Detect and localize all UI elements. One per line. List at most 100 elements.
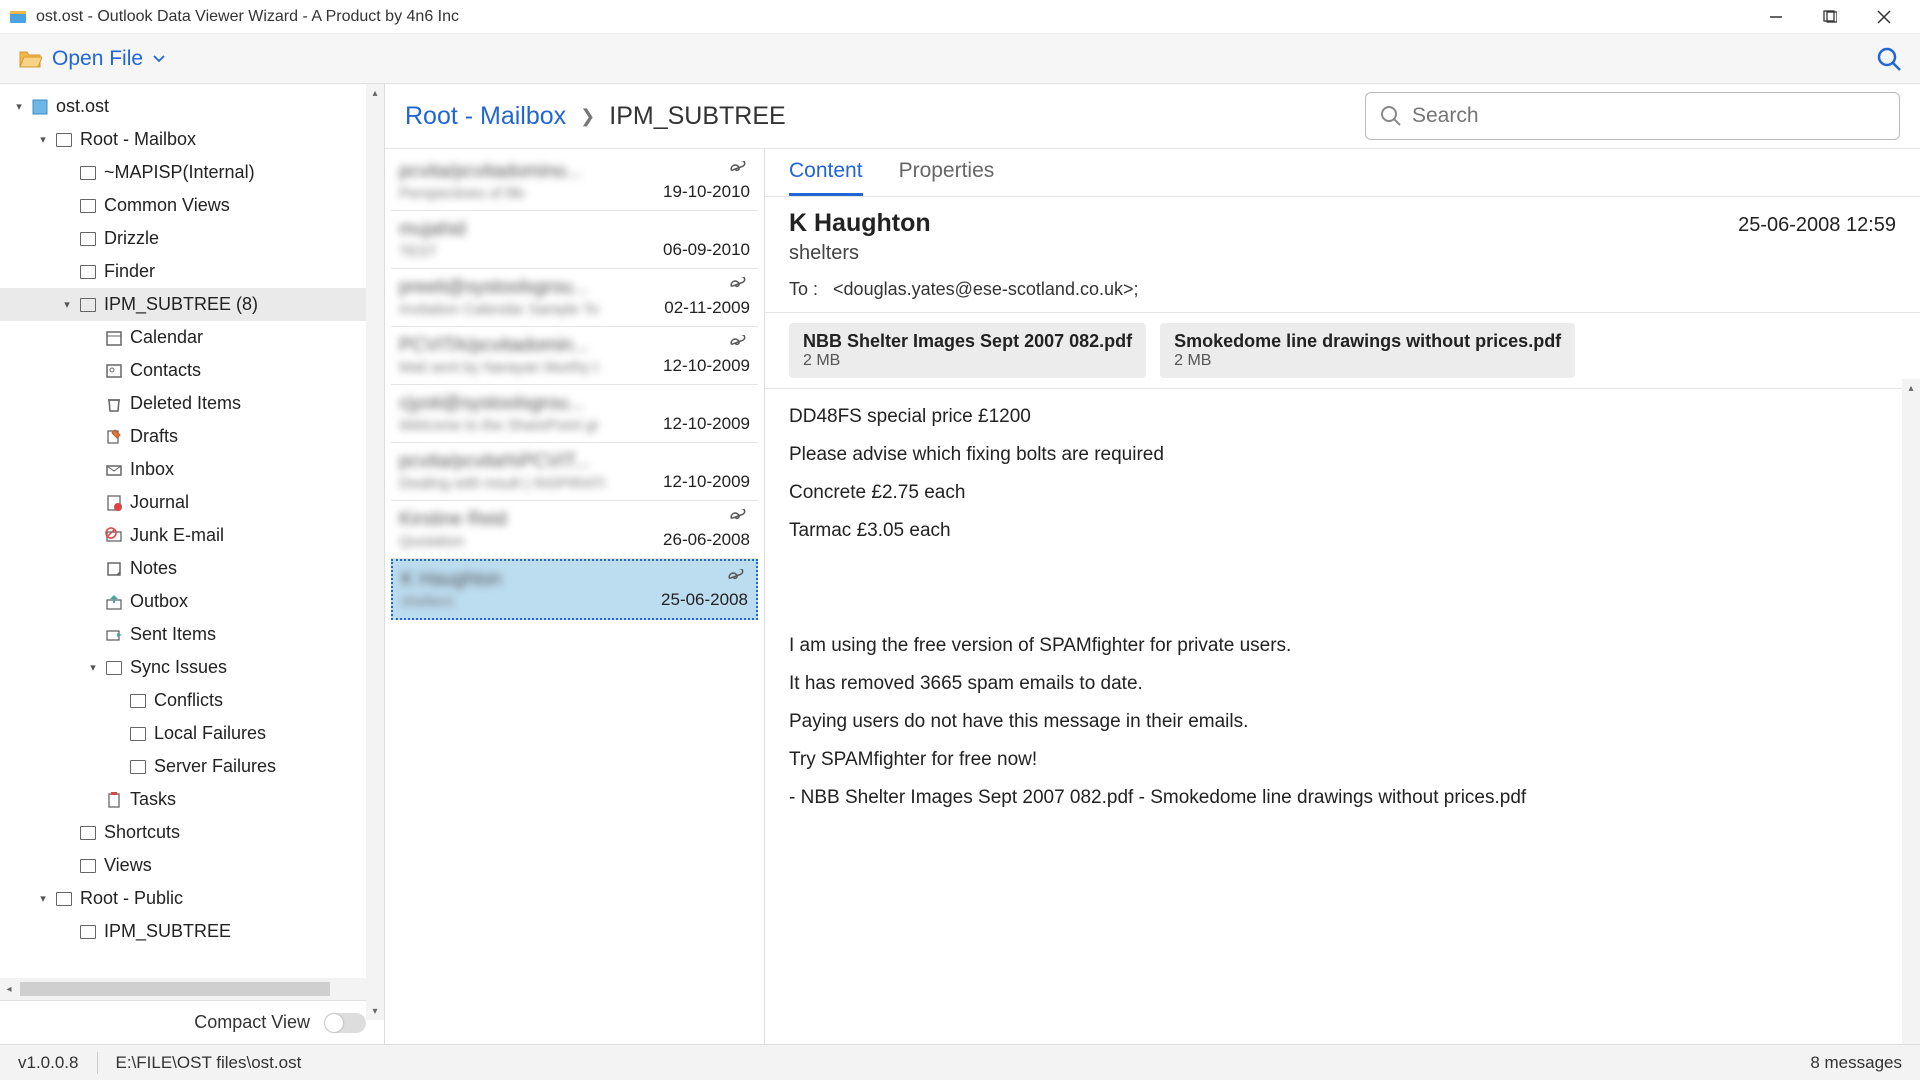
tree-node-outbox[interactable]: Outbox <box>0 585 384 618</box>
tree-node-contacts[interactable]: Contacts <box>0 354 384 387</box>
status-path: E:\FILE\OST files\ost.ost <box>116 1053 302 1073</box>
body-line: I am using the free version of SPAMfight… <box>789 628 1896 664</box>
body-line: Try SPAMfighter for free now! <box>789 742 1896 778</box>
tree-node-tasks[interactable]: Tasks <box>0 783 384 816</box>
message-item[interactable]: PCVITA/pcvitadomin...Mail sent by Naraya… <box>391 327 758 385</box>
breadcrumb-current: IPM_SUBTREE <box>609 102 785 131</box>
tree-node-views[interactable]: Views <box>0 849 384 882</box>
attachment-size: 2 MB <box>1174 352 1561 370</box>
search-icon <box>1380 105 1402 127</box>
message-item-date: 12-10-2009 <box>663 414 750 434</box>
breadcrumb: Root - Mailbox ❯ IPM_SUBTREE <box>405 102 786 131</box>
minimize-button[interactable] <box>1762 3 1790 31</box>
folder-tree-panel: ▾ost.ost ▾Root - Mailbox ~MAPISP(Interna… <box>0 84 385 1044</box>
tree-node-mapisp[interactable]: ~MAPISP(Internal) <box>0 156 384 189</box>
folder-tree[interactable]: ▾ost.ost ▾Root - Mailbox ~MAPISP(Interna… <box>0 84 384 978</box>
message-item[interactable]: Kirstine ReidQuotation26-06-2008 <box>391 501 758 559</box>
toolbar-search-button[interactable] <box>1876 46 1902 72</box>
paperclip-icon <box>728 335 748 349</box>
close-button[interactable] <box>1870 3 1898 31</box>
body-line: It has removed 3665 spam emails to date. <box>789 666 1896 702</box>
tree-node-root-public[interactable]: ▾Root - Public <box>0 882 384 915</box>
folder-icon <box>128 757 148 777</box>
search-input[interactable] <box>1412 104 1885 128</box>
search-icon <box>1876 46 1902 72</box>
tab-properties[interactable]: Properties <box>899 159 995 196</box>
message-item[interactable]: preeti@systoolsgrou...Invitation Calenda… <box>391 269 758 327</box>
notes-icon <box>104 559 124 579</box>
folder-icon <box>54 889 74 909</box>
message-item-from: pcvita/pcvita%PCVIT... <box>399 451 750 473</box>
tree-node-root-mailbox[interactable]: ▾Root - Mailbox <box>0 123 384 156</box>
folder-icon <box>78 229 98 249</box>
tree-node-notes[interactable]: Notes <box>0 552 384 585</box>
body-line <box>789 551 1896 587</box>
open-file-button[interactable]: Open File <box>18 47 165 71</box>
message-item-date: 12-10-2009 <box>663 356 750 376</box>
content-row: pcvita/pcvitadomino...Perspectives of li… <box>385 148 1920 1044</box>
junk-icon <box>104 526 124 546</box>
message-item[interactable]: mujahidTEST06-09-2010 <box>391 211 758 269</box>
breadcrumb-root[interactable]: Root - Mailbox <box>405 102 566 131</box>
tree-node-root[interactable]: ▾ost.ost <box>0 90 384 123</box>
message-item[interactable]: pcvita/pcvita%PCVIT...Dealing with insul… <box>391 443 758 501</box>
tab-content[interactable]: Content <box>789 159 863 196</box>
message-item-date: 02-11-2009 <box>664 298 750 318</box>
outbox-icon <box>104 592 124 612</box>
tree-node-drafts[interactable]: Drafts <box>0 420 384 453</box>
window-title: ost.ost - Outlook Data Viewer Wizard - A… <box>36 8 1762 26</box>
message-list[interactable]: pcvita/pcvitadomino...Perspectives of li… <box>385 148 765 1044</box>
chevron-right-icon: ❯ <box>580 106 595 127</box>
tree-vertical-scrollbar[interactable]: ▴▾ <box>366 84 384 1020</box>
tree-node-journal[interactable]: Journal <box>0 486 384 519</box>
body-line <box>789 589 1896 625</box>
tree-node-conflicts[interactable]: Conflicts <box>0 684 384 717</box>
tree-node-server-failures[interactable]: Server Failures <box>0 750 384 783</box>
paperclip-icon <box>728 161 748 175</box>
detail-vertical-scrollbar[interactable]: ▴ <box>1902 379 1920 1044</box>
trash-icon <box>104 394 124 414</box>
body-line: - NBB Shelter Images Sept 2007 082.pdf -… <box>789 780 1896 816</box>
message-to: To : <douglas.yates@ese-scotland.co.uk>; <box>789 279 1896 300</box>
folder-open-icon <box>18 48 42 70</box>
to-value: <douglas.yates@ese-scotland.co.uk>; <box>833 279 1138 299</box>
folder-icon <box>54 130 74 150</box>
message-item[interactable]: cjyoti@systoolsgrou...Welcome to the Sha… <box>391 385 758 443</box>
sent-icon <box>104 625 124 645</box>
tree-node-calendar[interactable]: Calendar <box>0 321 384 354</box>
tree-node-junk-email[interactable]: Junk E-mail <box>0 519 384 552</box>
tree-node-shortcuts[interactable]: Shortcuts <box>0 816 384 849</box>
tree-node-local-failures[interactable]: Local Failures <box>0 717 384 750</box>
message-item-from: Kirstine Reid <box>399 509 750 531</box>
folder-icon <box>104 658 124 678</box>
message-item[interactable]: K Haughtonshelters25-06-2008 <box>391 559 758 620</box>
titlebar: ost.ost - Outlook Data Viewer Wizard - A… <box>0 0 1920 34</box>
detail-tabs: Content Properties <box>765 149 1920 197</box>
tree-node-common-views[interactable]: Common Views <box>0 189 384 222</box>
message-detail: Content Properties K Haughton 25-06-2008… <box>765 148 1920 1044</box>
tree-node-deleted-items[interactable]: Deleted Items <box>0 387 384 420</box>
body-line: Tarmac £3.05 each <box>789 513 1896 549</box>
tree-node-sync-issues[interactable]: ▾Sync Issues <box>0 651 384 684</box>
tree-node-sent-items[interactable]: Sent Items <box>0 618 384 651</box>
tree-node-inbox[interactable]: Inbox <box>0 453 384 486</box>
compact-view-row: Compact View <box>0 1000 384 1044</box>
message-item-date: 19-10-2010 <box>663 182 750 202</box>
tree-node-ipm-subtree-public[interactable]: IPM_SUBTREE <box>0 915 384 948</box>
search-box[interactable] <box>1365 92 1900 140</box>
message-item[interactable]: pcvita/pcvitadomino...Perspectives of li… <box>391 153 758 211</box>
drafts-icon <box>104 427 124 447</box>
tree-horizontal-scrollbar[interactable]: ◂▸ <box>0 978 384 1000</box>
tree-node-drizzle[interactable]: Drizzle <box>0 222 384 255</box>
attachment-chip[interactable]: NBB Shelter Images Sept 2007 082.pdf2 MB <box>789 323 1146 378</box>
attachment-chip[interactable]: Smokedome line drawings without prices.p… <box>1160 323 1575 378</box>
tree-node-finder[interactable]: Finder <box>0 255 384 288</box>
folder-icon <box>78 262 98 282</box>
compact-view-toggle[interactable] <box>324 1013 366 1033</box>
right-panel: Root - Mailbox ❯ IPM_SUBTREE pcvita/pcvi… <box>385 84 1920 1044</box>
window-controls <box>1762 3 1912 31</box>
maximize-button[interactable] <box>1816 3 1844 31</box>
folder-icon <box>78 196 98 216</box>
message-item-from: cjyoti@systoolsgrou... <box>399 393 750 415</box>
tree-node-ipm-subtree[interactable]: ▾IPM_SUBTREE (8) <box>0 288 384 321</box>
